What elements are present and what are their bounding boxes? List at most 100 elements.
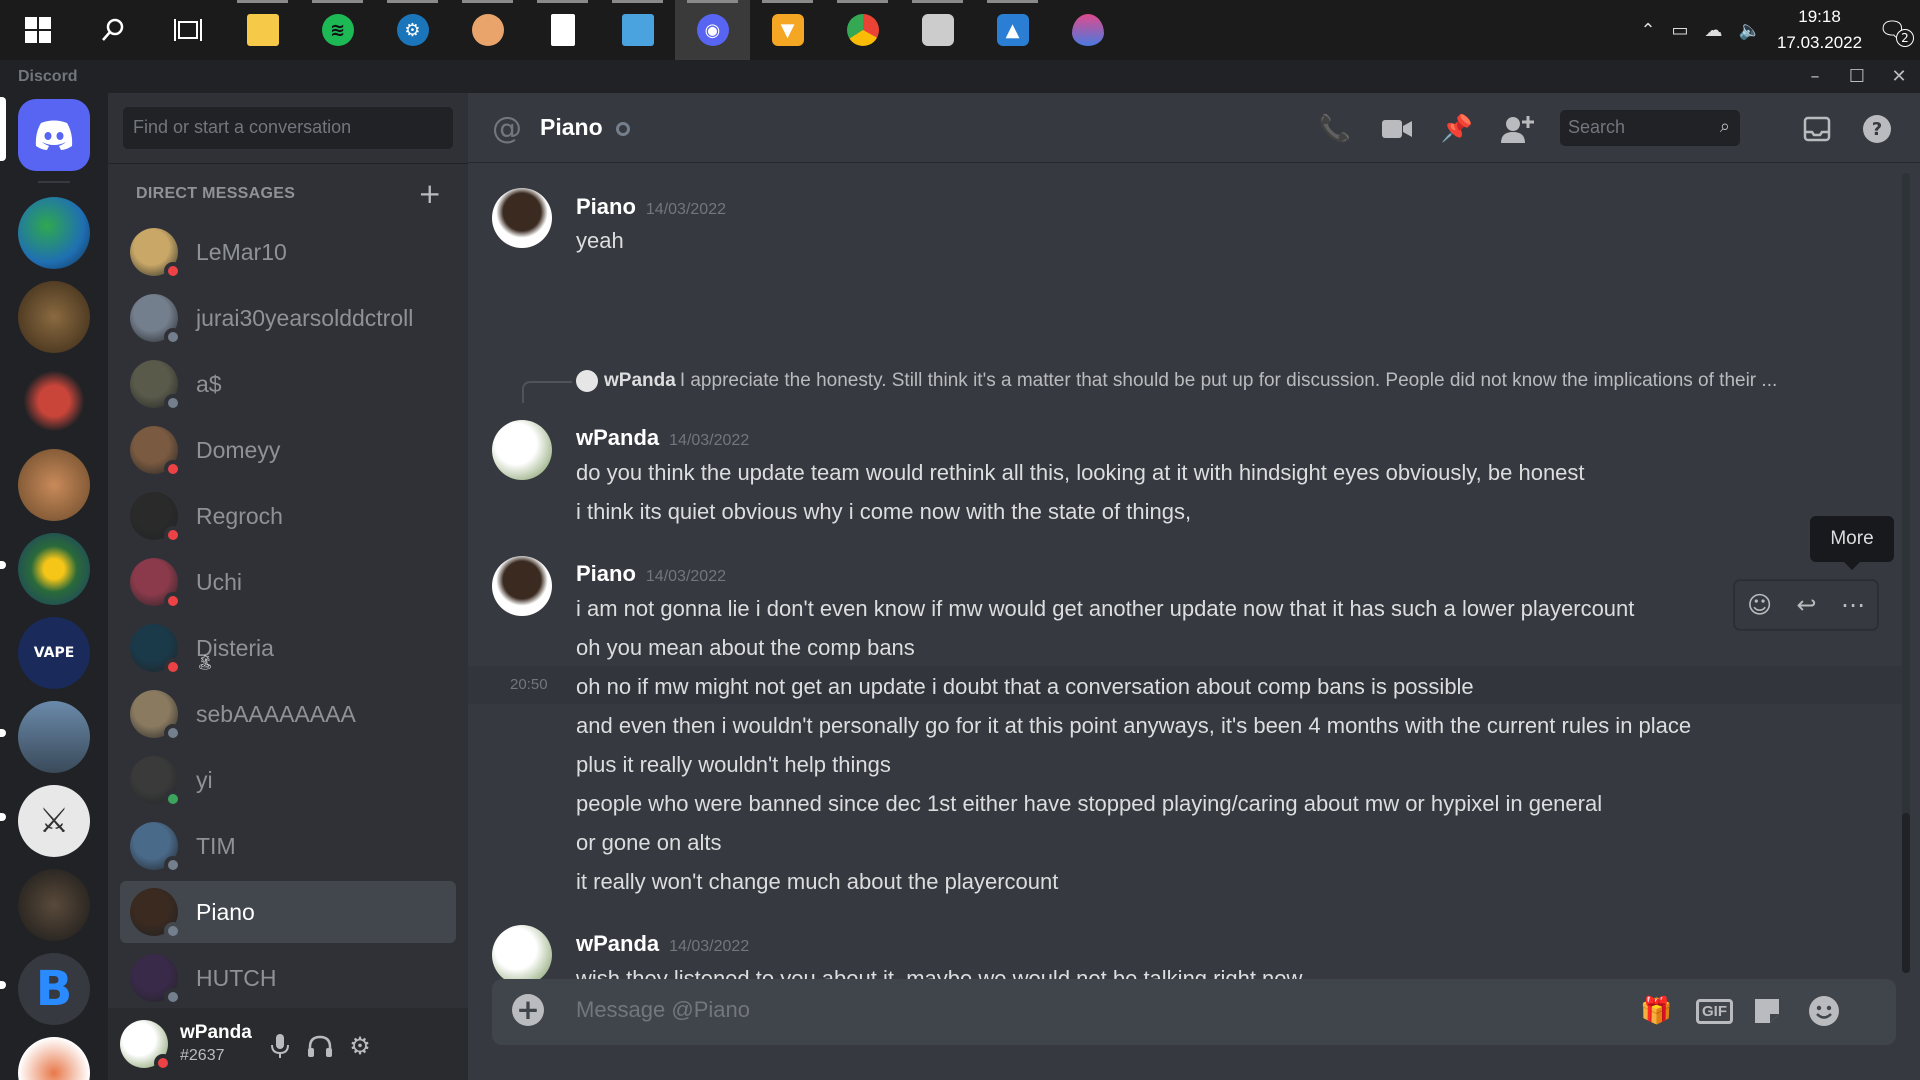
taskbar-brave[interactable]: ▼	[750, 0, 825, 60]
message-input[interactable]: Message @Piano	[576, 997, 750, 1023]
search-icon: ⌕	[1719, 116, 1730, 136]
photos-icon: ▲	[996, 14, 1029, 46]
user-avatar[interactable]	[120, 1020, 172, 1072]
system-tray: ⌃ ▭ ☁ 🔈 19:18 17.03.2022 🗨 2	[1640, 0, 1920, 60]
message-avatar[interactable]	[492, 188, 552, 248]
svg-text:?: ?	[1872, 119, 1882, 140]
server-k-logo[interactable]	[18, 533, 90, 605]
taskbar-photos[interactable]: ▲	[975, 0, 1050, 60]
message-search-input[interactable]: Search ⌕	[1560, 110, 1740, 146]
server-dark[interactable]	[18, 869, 90, 941]
dm-avatar	[130, 888, 182, 940]
dm-item[interactable]: Disteria 🏝	[120, 617, 456, 679]
video-call-button[interactable]	[1380, 112, 1414, 146]
taskbar-document[interactable]	[525, 0, 600, 60]
message-line: yeah	[576, 228, 624, 253]
start-button[interactable]	[0, 0, 75, 60]
user-tag: #2637	[180, 1047, 225, 1064]
message-line: it really won't change much about the pl…	[576, 869, 1059, 894]
message-author[interactable]: wPanda	[576, 425, 659, 450]
taskbar-discord[interactable]: ◉	[675, 0, 750, 60]
message-line: i am not gonna lie i don't even know if …	[576, 596, 1635, 621]
server-character[interactable]	[18, 365, 90, 437]
network-icon[interactable]: ☁	[1705, 20, 1723, 41]
notification-center-button[interactable]: 🗨 2	[1878, 18, 1914, 47]
server-animal[interactable]	[18, 281, 90, 353]
taskbar-chrome[interactable]	[825, 0, 900, 60]
dm-item[interactable]: jurai30yearsolddctroll	[120, 287, 456, 349]
voice-call-button[interactable]: 📞	[1318, 112, 1352, 146]
taskbar-steam[interactable]: ⚙	[375, 0, 450, 60]
server-b-logo[interactable]: B	[18, 953, 90, 1025]
dm-item[interactable]: Domeyy	[120, 419, 456, 481]
dm-name: yi	[196, 766, 213, 793]
message-avatar[interactable]	[492, 556, 552, 616]
dm-item[interactable]: a$	[120, 353, 456, 415]
message-author[interactable]: wPanda	[576, 931, 659, 956]
chevron-up-icon[interactable]: ⌃	[1640, 20, 1655, 41]
dm-item[interactable]: Uchi	[120, 551, 456, 613]
dm-item[interactable]: TIM	[120, 815, 456, 877]
reply-reference[interactable]: wPanda I appreciate the honesty. Still th…	[576, 370, 1777, 392]
sidebar-divider	[108, 163, 468, 164]
taskbar-app-avatar[interactable]	[450, 0, 525, 60]
dm-heading: DIRECT MESSAGES	[136, 185, 296, 202]
task-view-button[interactable]	[150, 0, 225, 60]
close-button[interactable]: ✕	[1878, 60, 1920, 93]
status-offline-icon	[164, 394, 182, 412]
taskbar-photo-viewer[interactable]	[900, 0, 975, 60]
message-author[interactable]: Piano	[576, 194, 636, 219]
server-vape[interactable]: VAPE	[18, 617, 90, 689]
message-author[interactable]: Piano	[576, 561, 636, 586]
taskbar-search-button[interactable]	[75, 0, 150, 60]
volume-icon[interactable]: 🔈	[1739, 20, 1761, 41]
server-dog[interactable]	[18, 449, 90, 521]
dm-name: a$	[196, 370, 222, 397]
user-name[interactable]: wPanda	[180, 1022, 252, 1044]
inbox-button[interactable]	[1800, 112, 1834, 146]
message-avatar[interactable]	[492, 925, 552, 985]
conversation-search-input[interactable]: Find or start a conversation	[123, 107, 453, 149]
meet-now-icon[interactable]: ▭	[1672, 20, 1689, 41]
server-globe[interactable]	[18, 197, 90, 269]
message-avatar[interactable]	[492, 420, 552, 480]
gif-button[interactable]: GIF	[1696, 993, 1733, 1029]
reply-icon[interactable]: ↩	[1796, 591, 1816, 619]
dm-item[interactable]: Regroch	[120, 485, 456, 547]
pinned-messages-button[interactable]: 📌	[1440, 112, 1474, 146]
mute-button[interactable]	[264, 1030, 296, 1062]
dm-item[interactable]: yi	[120, 749, 456, 811]
taskbar-control-panel[interactable]	[600, 0, 675, 60]
gift-button[interactable]: 🎁	[1640, 993, 1672, 1029]
taskbar-spotify[interactable]: ≋	[300, 0, 375, 60]
home-button[interactable]	[18, 99, 90, 171]
message-scrollbar[interactable]	[1902, 173, 1910, 973]
dm-item[interactable]: HUTCH	[120, 947, 456, 1009]
message-timestamp: 20:50	[510, 676, 548, 693]
emoji-button[interactable]	[1808, 993, 1840, 1029]
dm-item[interactable]: sebAAAAAAAA	[120, 683, 456, 745]
maximize-button[interactable]: ☐	[1836, 60, 1878, 93]
server-landscape[interactable]	[18, 701, 90, 773]
help-button[interactable]: ?	[1860, 112, 1894, 146]
scrollbar-thumb[interactable]	[1902, 813, 1910, 973]
add-friends-button[interactable]	[1500, 112, 1534, 146]
server-sword[interactable]: ⚔	[18, 785, 90, 857]
taskbar-file-explorer[interactable]	[225, 0, 300, 60]
taskbar-clock[interactable]: 19:18 17.03.2022	[1777, 4, 1862, 56]
unread-indicator	[0, 729, 6, 737]
server-person[interactable]	[18, 1037, 90, 1080]
minimize-button[interactable]: –	[1794, 60, 1836, 93]
create-dm-icon[interactable]: +	[418, 177, 441, 210]
more-options-icon[interactable]: ⋯	[1841, 591, 1865, 619]
selected-indicator	[0, 97, 6, 161]
user-settings-button[interactable]: ⚙	[344, 1030, 376, 1062]
add-reaction-icon[interactable]: ☺	[1747, 591, 1772, 619]
sticker-button[interactable]	[1752, 993, 1782, 1029]
upload-button[interactable]: +	[512, 994, 544, 1026]
taskbar-color-app[interactable]	[1050, 0, 1125, 60]
dm-item[interactable]: Piano	[120, 881, 456, 943]
dm-avatar	[130, 690, 182, 742]
deafen-button[interactable]	[304, 1030, 336, 1062]
dm-item[interactable]: LeMar10	[120, 221, 456, 283]
